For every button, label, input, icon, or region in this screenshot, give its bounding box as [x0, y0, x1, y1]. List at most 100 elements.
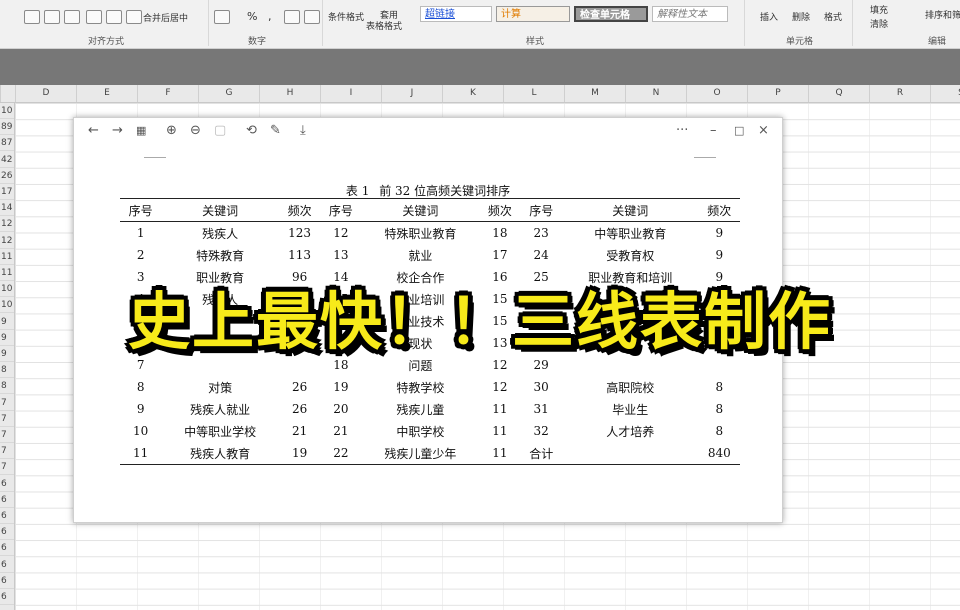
- row-header[interactable]: 7: [0, 411, 14, 427]
- table-row: 1 残疾人 123 12 特殊职业教育 18 23 中等职业教育 9: [120, 222, 740, 245]
- delete-button[interactable]: 删除: [792, 10, 810, 23]
- header-cell: 序号: [320, 198, 362, 222]
- decrease-decimal-icon[interactable]: [304, 10, 320, 24]
- table-cell: 11: [492, 402, 508, 416]
- rotate-icon[interactable]: ⟲: [246, 123, 257, 139]
- maximize-button[interactable]: □: [734, 123, 744, 139]
- column-header[interactable]: H: [259, 85, 320, 102]
- column-header[interactable]: K: [442, 85, 503, 102]
- column-header[interactable]: J: [381, 85, 442, 102]
- row-header[interactable]: 17: [0, 184, 14, 200]
- row-header[interactable]: 14: [0, 200, 14, 217]
- conditional-format-button[interactable]: 条件格式: [328, 10, 364, 23]
- thumbnails-icon[interactable]: ▦: [136, 123, 146, 139]
- row-header[interactable]: 7: [0, 427, 14, 443]
- row-header[interactable]: 89: [0, 119, 14, 136]
- row-header[interactable]: 11: [0, 249, 14, 265]
- table-cell: 高职院校: [606, 380, 655, 395]
- row-header[interactable]: 6: [0, 508, 14, 524]
- row-header[interactable]: 6: [0, 492, 14, 508]
- table-cell: 10: [133, 424, 149, 438]
- column-header[interactable]: N: [625, 85, 686, 102]
- header-cell: 关键词: [561, 198, 699, 222]
- style-hyperlink[interactable]: 超链接: [420, 6, 492, 22]
- column-header[interactable]: D: [15, 85, 76, 102]
- back-icon[interactable]: ←: [88, 123, 99, 139]
- edit-icon[interactable]: ✎: [270, 123, 281, 139]
- forward-icon[interactable]: →: [112, 123, 123, 139]
- merge-center-button[interactable]: 合并后居中: [143, 11, 188, 24]
- zoom-out-icon[interactable]: ⊖: [190, 123, 201, 139]
- column-header[interactable]: R: [869, 85, 930, 102]
- close-button[interactable]: ×: [758, 123, 769, 139]
- increase-decimal-icon[interactable]: [284, 10, 300, 24]
- align-right-icon[interactable]: [64, 10, 80, 24]
- format-button[interactable]: 格式: [824, 10, 842, 23]
- row-header[interactable]: 6: [0, 524, 14, 541]
- table-cell: 8: [715, 424, 724, 438]
- table-cell: 特教学校: [396, 380, 445, 395]
- column-header[interactable]: Q: [808, 85, 869, 102]
- insert-button[interactable]: 插入: [760, 10, 778, 23]
- row-header[interactable]: 7: [0, 443, 14, 460]
- table-cell: 1: [136, 226, 145, 240]
- table-row: 9 残疾人就业 26 20 残疾儿童 11 31 毕业生 8: [120, 398, 740, 420]
- column-header[interactable]: L: [503, 85, 564, 102]
- column-header[interactable]: E: [76, 85, 137, 102]
- sort-filter-button[interactable]: 排序和筛: [925, 8, 960, 21]
- row-header[interactable]: 6: [0, 476, 14, 492]
- column-header[interactable]: F: [137, 85, 198, 102]
- row-header[interactable]: 12: [0, 216, 14, 233]
- decrease-indent-icon[interactable]: [86, 10, 102, 24]
- table-cell: 8: [715, 402, 724, 416]
- fill-button[interactable]: 填充: [870, 3, 888, 16]
- row-header[interactable]: 87: [0, 135, 14, 152]
- row-header[interactable]: 26: [0, 168, 14, 184]
- table-cell: 合计: [520, 442, 562, 465]
- align-left-icon[interactable]: [24, 10, 40, 24]
- row-header[interactable]: 6: [0, 540, 14, 557]
- column-header[interactable]: P: [747, 85, 808, 102]
- row-header[interactable]: 6: [0, 589, 14, 605]
- table-cell: 30: [533, 380, 549, 394]
- save-icon[interactable]: ⤓: [300, 123, 306, 139]
- row-header[interactable]: 7: [0, 459, 14, 476]
- table-cell: 人才培养: [606, 424, 655, 439]
- group-styles-label: 样式: [526, 37, 545, 47]
- more-button[interactable]: ···: [676, 123, 688, 139]
- table-cell: 特殊职业教育: [384, 226, 457, 241]
- style-explanatory[interactable]: 解释性文本: [652, 6, 728, 22]
- currency-icon[interactable]: [214, 10, 230, 24]
- row-header[interactable]: 12: [0, 233, 14, 249]
- increase-indent-icon[interactable]: [106, 10, 122, 24]
- column-header[interactable]: S: [930, 85, 960, 102]
- row-header[interactable]: 6: [0, 573, 14, 589]
- column-header[interactable]: O: [686, 85, 747, 102]
- comma-button[interactable]: ,: [268, 10, 272, 23]
- column-header[interactable]: G: [198, 85, 259, 102]
- column-header[interactable]: M: [564, 85, 625, 102]
- minimize-button[interactable]: –: [710, 123, 717, 139]
- table-cell: 残疾儿童少年: [361, 442, 480, 465]
- fit-icon[interactable]: ▢: [214, 123, 226, 139]
- clear-button[interactable]: 清除: [870, 17, 888, 30]
- table-cell: 13: [333, 248, 349, 262]
- table-cell: 毕业生: [612, 402, 649, 417]
- row-header[interactable]: 7: [0, 395, 14, 411]
- row-header[interactable]: 6: [0, 557, 14, 573]
- table-cell: 24: [533, 248, 549, 262]
- style-check-cell[interactable]: 检查单元格: [574, 6, 648, 22]
- column-header[interactable]: I: [320, 85, 381, 102]
- row-header[interactable]: 10: [0, 103, 14, 119]
- table-caption: 表 1 前 32 位高频关键词排序: [74, 182, 782, 199]
- style-calc[interactable]: 计算: [496, 6, 570, 22]
- row-header[interactable]: 8: [0, 378, 14, 395]
- table-cell: 26: [291, 402, 308, 416]
- row-header[interactable]: 42: [0, 152, 14, 168]
- zoom-in-icon[interactable]: ⊕: [166, 123, 177, 139]
- percent-button[interactable]: %: [247, 10, 257, 23]
- align-center-icon[interactable]: [44, 10, 60, 24]
- select-all-corner[interactable]: [0, 85, 15, 102]
- merge-center-icon[interactable]: [126, 10, 142, 24]
- table-cell: 中等职业学校: [184, 424, 257, 439]
